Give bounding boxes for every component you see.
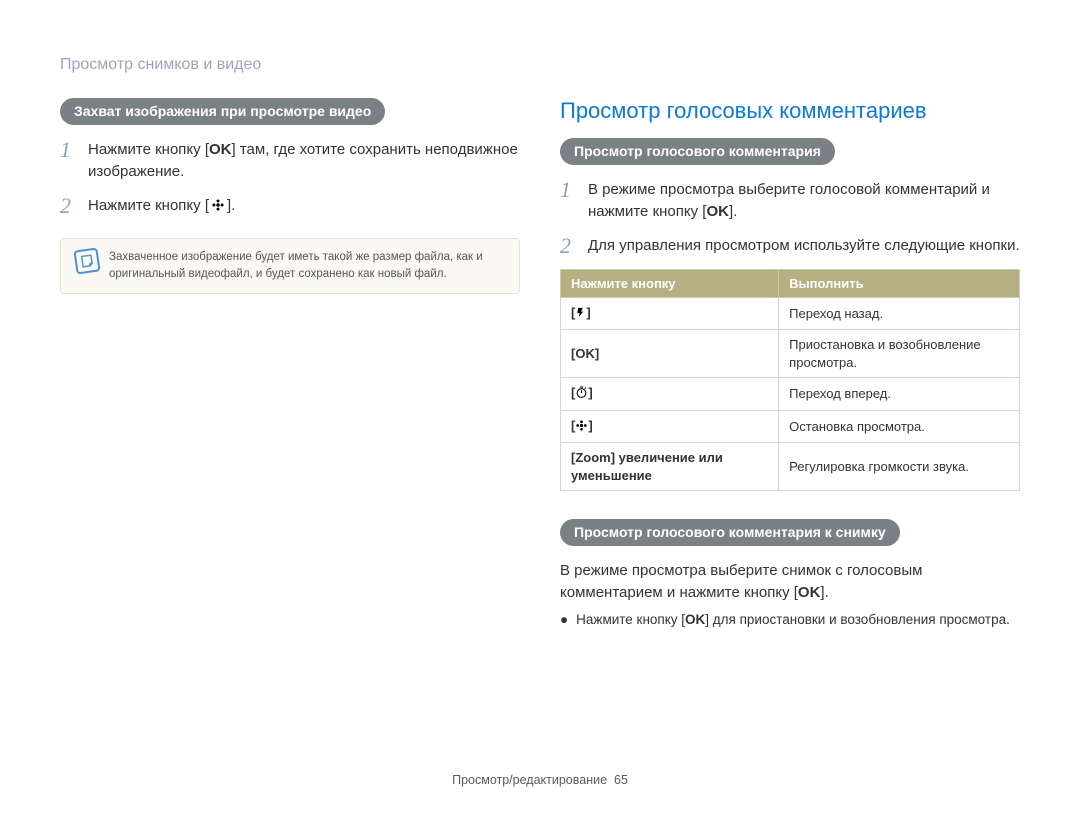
bullet-item: ● Нажмите кнопку [OK] для приостановки и… xyxy=(560,610,1020,630)
section-pill-voice-photo: Просмотр голосового комментария к снимку xyxy=(560,519,900,546)
bullet-text: ] для приостановки и возобновления просм… xyxy=(705,612,1010,627)
key-cell: [] xyxy=(561,410,779,443)
step-text: Нажмите кнопку [ xyxy=(88,141,209,158)
footer-page: 65 xyxy=(614,773,628,787)
ok-icon: OK xyxy=(798,584,821,601)
note-icon xyxy=(73,248,100,275)
footer-label: Просмотр/редактирование xyxy=(452,773,607,787)
table-header-row: Нажмите кнопку Выполнить xyxy=(561,269,1020,297)
step-text: В режиме просмотра выберите голосовой ко… xyxy=(588,181,990,220)
note-text: Захваченное изображение будет иметь тако… xyxy=(109,249,505,282)
step-number: 1 xyxy=(560,179,578,223)
left-column: Захват изображения при просмотре видео 1… xyxy=(60,98,520,629)
step-number: 1 xyxy=(60,139,78,183)
right-step-2: 2 Для управления просмотром используйте … xyxy=(560,235,1020,257)
step-text: ]. xyxy=(729,203,737,220)
right-column: Просмотр голосовых комментариев Просмотр… xyxy=(560,98,1020,629)
para-text: ]. xyxy=(820,584,828,601)
flash-icon xyxy=(575,306,586,324)
timer-icon xyxy=(575,386,588,404)
step-number: 2 xyxy=(560,235,578,257)
step-text: ]. xyxy=(227,197,235,214)
ok-icon: OK xyxy=(575,346,595,361)
flower-icon xyxy=(575,419,588,437)
table-row: [Zoom] увеличение или уменьшение Регулир… xyxy=(561,443,1020,491)
ok-icon: OK xyxy=(209,141,232,158)
action-cell: Регулировка громкости звука. xyxy=(779,443,1020,491)
page-footer: Просмотр/редактирование 65 xyxy=(0,773,1080,787)
table-row: [] Переход назад. xyxy=(561,297,1020,330)
key-cell: [] xyxy=(561,297,779,330)
ok-icon: OK xyxy=(706,203,729,220)
step-text: Для управления просмотром используйте сл… xyxy=(588,235,1020,257)
action-cell: Переход назад. xyxy=(779,297,1020,330)
key-cell: [Zoom] увеличение или уменьшение xyxy=(561,443,779,491)
key-cell: [OK] xyxy=(561,330,779,378)
paragraph: В режиме просмотра выберите снимок с гол… xyxy=(560,560,1020,604)
bullet-text: Нажмите кнопку [ xyxy=(576,612,685,627)
left-step-2: 2 Нажмите кнопку []. xyxy=(60,195,520,219)
action-cell: Переход вперед. xyxy=(779,378,1020,411)
table-row: [] Остановка просмотра. xyxy=(561,410,1020,443)
key-cell: [] xyxy=(561,378,779,411)
bullet-dot: ● xyxy=(560,610,568,630)
controls-table: Нажмите кнопку Выполнить [] Переход наза… xyxy=(560,269,1020,492)
right-step-1: 1 В режиме просмотра выберите голосовой … xyxy=(560,179,1020,223)
note-box: Захваченное изображение будет иметь тако… xyxy=(60,238,520,293)
section-pill-voice: Просмотр голосового комментария xyxy=(560,138,835,165)
flower-icon xyxy=(209,197,227,219)
section-heading: Просмотр голосовых комментариев xyxy=(560,98,1020,124)
step-text: Нажмите кнопку [ xyxy=(88,197,209,214)
action-cell: Остановка просмотра. xyxy=(779,410,1020,443)
table-row: [OK] Приостановка и возобновление просмо… xyxy=(561,330,1020,378)
left-step-1: 1 Нажмите кнопку [OK] там, где хотите со… xyxy=(60,139,520,183)
ok-icon: OK xyxy=(685,612,705,627)
step-number: 2 xyxy=(60,195,78,219)
action-cell: Приостановка и возобновление просмотра. xyxy=(779,330,1020,378)
breadcrumb: Просмотр снимков и видео xyxy=(60,56,1020,74)
para-text: В режиме просмотра выберите снимок с гол… xyxy=(560,562,922,601)
table-header: Выполнить xyxy=(779,269,1020,297)
table-header: Нажмите кнопку xyxy=(561,269,779,297)
table-row: [] Переход вперед. xyxy=(561,378,1020,411)
section-pill-capture: Захват изображения при просмотре видео xyxy=(60,98,385,125)
